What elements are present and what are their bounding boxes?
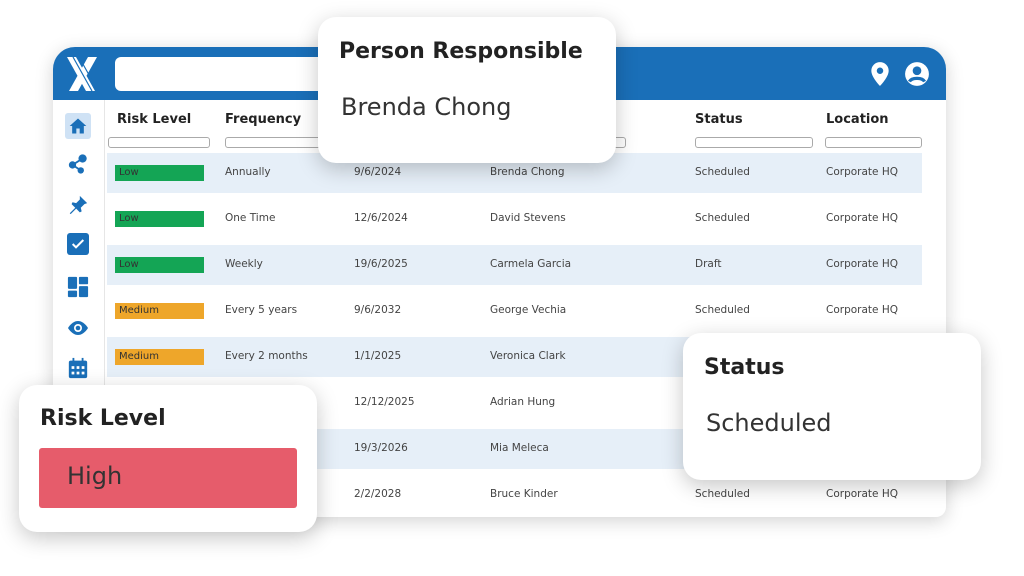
cell-frequency: One Time — [225, 212, 276, 224]
cell-location: Corporate HQ — [826, 212, 898, 224]
home-icon[interactable] — [65, 113, 91, 139]
cell-location: Corporate HQ — [826, 166, 898, 178]
risk-level-card: Risk Level High — [19, 385, 317, 532]
cell-person: David Stevens — [490, 212, 566, 224]
cell-person: Mia Meleca — [490, 442, 549, 454]
cell-status: Scheduled — [695, 166, 750, 178]
cell-frequency: Annually — [225, 166, 271, 178]
risk-badge: Medium — [115, 349, 204, 365]
status-card: Status Scheduled — [683, 333, 981, 480]
cell-person: Carmela Garcia — [490, 258, 572, 270]
cell-date: 12/12/2025 — [354, 396, 415, 408]
eye-icon[interactable] — [66, 316, 90, 340]
card-value: Brenda Chong — [341, 93, 512, 121]
risk-badge: Low — [115, 257, 204, 273]
cell-date: 9/6/2024 — [354, 166, 402, 178]
user-account-icon[interactable] — [904, 61, 930, 87]
app-logo-icon — [67, 56, 99, 92]
column-header-location[interactable]: Location — [826, 112, 889, 127]
column-header-status[interactable]: Status — [695, 112, 743, 127]
filter-location[interactable] — [825, 137, 922, 148]
cell-date: 12/6/2024 — [354, 212, 408, 224]
cell-location: Corporate HQ — [826, 258, 898, 270]
card-value: High — [67, 462, 123, 490]
table-row[interactable]: Medium Every 5 years 9/6/2032 George Vechia… — [107, 291, 922, 331]
cell-status: Scheduled — [695, 212, 750, 224]
cell-location: Corporate HQ — [826, 304, 898, 316]
column-header-risk-level[interactable]: Risk Level — [117, 112, 191, 127]
cell-frequency: Every 5 years — [225, 304, 298, 316]
card-title: Person Responsible — [339, 39, 583, 64]
card-title: Status — [704, 355, 785, 380]
cell-date: 9/6/2032 — [354, 304, 402, 316]
column-header-frequency[interactable]: Frequency — [225, 112, 301, 127]
cell-location: Corporate HQ — [826, 488, 898, 500]
cell-date: 19/3/2026 — [354, 442, 408, 454]
risk-high-badge: High — [39, 448, 297, 508]
cell-date: 1/1/2025 — [354, 350, 402, 362]
calendar-icon[interactable] — [66, 356, 90, 380]
pin-icon[interactable] — [66, 193, 90, 217]
cell-person: Veronica Clark — [490, 350, 566, 362]
share-icon[interactable] — [66, 152, 90, 176]
cell-person: Bruce Kinder — [490, 488, 558, 500]
checkbox-icon[interactable] — [67, 233, 89, 255]
table-row[interactable]: Low Weekly 19/6/2025 Carmela Garcia Draft Cor… — [107, 245, 922, 285]
cell-status: Scheduled — [695, 488, 750, 500]
risk-badge: Medium — [115, 303, 204, 319]
cell-person: Adrian Hung — [490, 396, 556, 408]
person-responsible-card: Person Responsible Brenda Chong — [318, 17, 616, 163]
cell-status: Scheduled — [695, 304, 750, 316]
location-pin-icon[interactable] — [867, 61, 893, 87]
filter-status[interactable] — [695, 137, 813, 148]
card-title: Risk Level — [40, 406, 166, 431]
cell-person: George Vechia — [490, 304, 567, 316]
risk-badge: Low — [115, 211, 204, 227]
cell-status: Draft — [695, 258, 722, 270]
cell-date: 19/6/2025 — [354, 258, 408, 270]
filter-risk-level[interactable] — [108, 137, 210, 148]
dashboard-icon[interactable] — [66, 275, 90, 299]
cell-person: Brenda Chong — [490, 166, 565, 178]
table-row[interactable]: Low One Time 12/6/2024 David Stevens Schedul… — [107, 199, 922, 239]
risk-badge: Low — [115, 165, 204, 181]
card-value: Scheduled — [706, 409, 832, 437]
cell-frequency: Weekly — [225, 258, 263, 270]
cell-frequency: Every 2 months — [225, 350, 308, 362]
cell-date: 2/2/2028 — [354, 488, 402, 500]
filter-frequency[interactable] — [225, 137, 325, 148]
